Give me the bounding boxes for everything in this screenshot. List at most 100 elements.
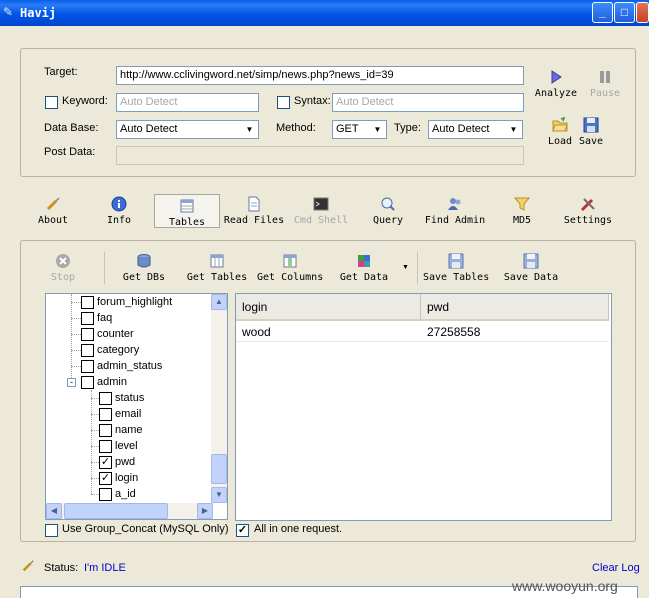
tree-checkbox[interactable]: [81, 376, 94, 389]
get-data-button[interactable]: Get Data: [338, 253, 390, 283]
syntax-label: Syntax:: [294, 95, 331, 107]
tree-checkbox[interactable]: [99, 408, 112, 421]
close-button[interactable]: [636, 2, 649, 23]
scroll-down-icon[interactable]: ▼: [211, 487, 227, 503]
syringe-icon: [46, 197, 60, 211]
data-grid-icon: [358, 255, 370, 267]
clear-log-link[interactable]: Clear Log: [592, 562, 640, 574]
method-select[interactable]: GET ▼: [332, 120, 387, 139]
floppy-disk-icon: [583, 117, 599, 133]
chevron-down-icon: ▼: [506, 122, 521, 137]
maximize-button[interactable]: □: [614, 2, 635, 23]
database-select[interactable]: Auto Detect ▼: [116, 120, 259, 139]
column-header-pwd[interactable]: pwd: [421, 294, 609, 321]
column-header-login[interactable]: login: [236, 294, 421, 321]
group-concat-checkbox[interactable]: [45, 524, 58, 537]
tree-horizontal-scrollbar[interactable]: ◀ ▶: [46, 503, 213, 519]
get-data-dropdown-icon[interactable]: ▼: [402, 264, 409, 271]
save-button[interactable]: Save: [577, 117, 605, 147]
status-value: I'm IDLE: [84, 562, 126, 574]
get-dbs-button[interactable]: Get DBs: [121, 253, 167, 283]
tree-checkbox[interactable]: [81, 360, 94, 373]
method-label: Method:: [276, 122, 316, 134]
tree-checkbox[interactable]: [99, 440, 112, 453]
analyze-button[interactable]: Analyze: [533, 69, 579, 99]
tree-checkbox[interactable]: [81, 312, 94, 325]
tree-vertical-scrollbar[interactable]: ▲ ▼: [211, 294, 227, 503]
scroll-up-icon[interactable]: ▲: [211, 294, 227, 310]
floppy-disk-icon: [448, 253, 464, 269]
query-icon: [381, 197, 395, 211]
columns-icon: [283, 254, 297, 268]
syringe-icon: ✎: [3, 5, 14, 19]
chevron-down-icon: ▼: [370, 122, 385, 137]
folder-open-icon: [552, 117, 568, 132]
target-input[interactable]: http://www.cclivingword.net/simp/news.ph…: [116, 66, 524, 85]
database-label: Data Base:: [44, 122, 99, 134]
tab-info[interactable]: Info: [102, 196, 136, 226]
tab-query[interactable]: Query: [369, 196, 407, 226]
tree-line: [71, 294, 72, 384]
save-data-button[interactable]: Save Data: [502, 253, 560, 283]
toolbar-divider: [104, 252, 105, 284]
tree-checkbox[interactable]: [99, 488, 112, 501]
tree-checkbox[interactable]: [81, 296, 94, 309]
floppy-disk-icon: [523, 253, 539, 269]
save-tables-button[interactable]: Save Tables: [423, 253, 489, 283]
scroll-thumb[interactable]: [64, 503, 168, 519]
table-cell[interactable]: wood: [236, 324, 421, 342]
group-concat-label: Use Group_Concat (MySQL Only): [62, 523, 229, 535]
title-bar: ✎ Havij _ □: [0, 0, 649, 26]
stop-button[interactable]: Stop: [48, 253, 78, 283]
document-icon: [248, 196, 260, 212]
tab-settings[interactable]: Settings: [561, 196, 615, 226]
tab-about[interactable]: About: [32, 196, 74, 226]
data-grid[interactable]: login pwd wood 27258558: [235, 293, 612, 521]
tree-checkbox[interactable]: [81, 328, 94, 341]
type-label: Type:: [394, 122, 421, 134]
tab-read-files[interactable]: Read Files: [222, 196, 286, 226]
db-tree-view[interactable]: forum_highlight faq counter category adm…: [45, 293, 228, 520]
tools-icon: [580, 198, 595, 212]
tree-checkbox[interactable]: [99, 424, 112, 437]
users-icon: [448, 198, 461, 210]
scroll-right-icon[interactable]: ▶: [197, 503, 213, 519]
tree-checkbox[interactable]: [99, 392, 112, 405]
scroll-left-icon[interactable]: ◀: [46, 503, 62, 519]
pause-button[interactable]: Pause: [586, 69, 624, 99]
tab-cmd-shell[interactable]: Cmd Shell: [292, 196, 350, 226]
tree-checkbox-checked[interactable]: ✓: [99, 456, 112, 469]
all-in-one-label: All in one request.: [254, 523, 343, 535]
table-cell[interactable]: 27258558: [421, 324, 609, 342]
get-columns-button[interactable]: Get Columns: [257, 253, 323, 283]
terminal-icon: [313, 197, 329, 211]
tab-tables[interactable]: Tables: [164, 198, 210, 228]
scroll-thumb[interactable]: [211, 454, 227, 484]
keyword-label: Keyword:: [62, 95, 108, 107]
syringe-icon: [22, 560, 34, 572]
postdata-input[interactable]: [116, 146, 524, 165]
syntax-input[interactable]: Auto Detect: [332, 93, 524, 112]
pause-icon: [600, 71, 610, 83]
tab-md5[interactable]: MD5: [508, 196, 536, 226]
tree-collapse-toggle[interactable]: -: [67, 378, 76, 387]
database-icon: [137, 254, 151, 268]
load-button[interactable]: Load: [546, 117, 574, 147]
table-icon: [210, 254, 224, 268]
table-icon: [180, 199, 194, 213]
type-select[interactable]: Auto Detect ▼: [428, 120, 523, 139]
tree-checkbox[interactable]: [81, 344, 94, 357]
syntax-checkbox[interactable]: [277, 96, 290, 109]
postdata-label: Post Data:: [44, 146, 96, 158]
tree-checkbox-checked[interactable]: ✓: [99, 472, 112, 485]
keyword-input[interactable]: Auto Detect: [116, 93, 259, 112]
play-icon: [551, 70, 562, 84]
tab-find-admin[interactable]: Find Admin: [423, 196, 487, 226]
get-tables-button[interactable]: Get Tables: [186, 253, 248, 283]
watermark: www.wooyun.org: [512, 578, 618, 594]
stop-icon: [56, 254, 70, 268]
minimize-button[interactable]: _: [592, 2, 613, 23]
keyword-checkbox[interactable]: [45, 96, 58, 109]
chevron-down-icon: ▼: [242, 122, 257, 137]
all-in-one-checkbox[interactable]: ✓: [236, 524, 249, 537]
